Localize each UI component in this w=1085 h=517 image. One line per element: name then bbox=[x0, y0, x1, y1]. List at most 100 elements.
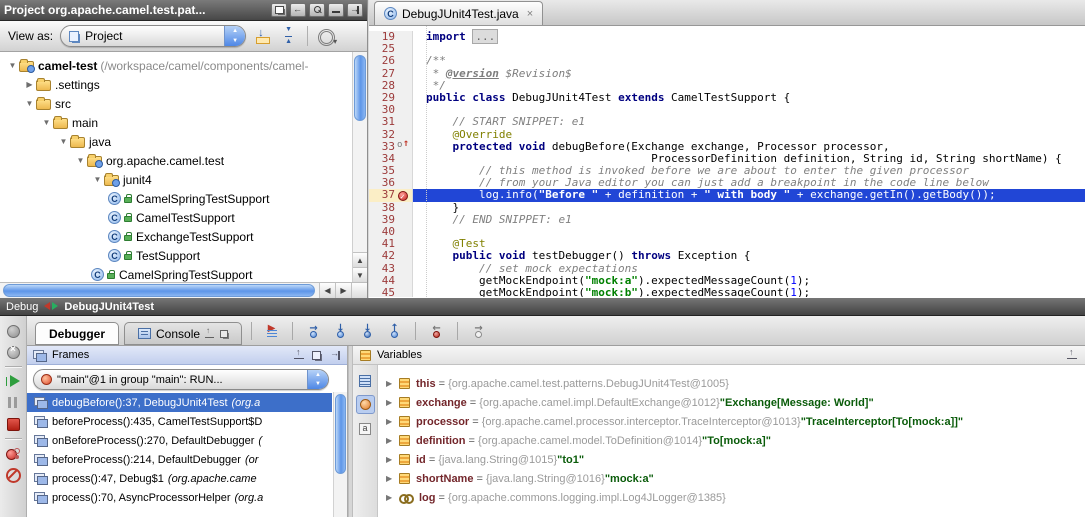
scroll-up-arrow[interactable]: ▲ bbox=[353, 252, 367, 267]
variable-row[interactable]: processor = {org.apache.camel.processor.… bbox=[378, 412, 1085, 431]
scroll-down-arrow[interactable]: ▼ bbox=[353, 267, 367, 282]
tab-close-icon[interactable]: × bbox=[527, 8, 533, 20]
tree-item[interactable]: java bbox=[0, 132, 367, 151]
tree-item[interactable]: junit4 bbox=[0, 170, 367, 189]
tree-item[interactable]: ExchangeTestSupport bbox=[0, 227, 367, 246]
tree-item[interactable]: camel-test (/workspace/camel/components/… bbox=[0, 56, 367, 75]
scroll-from-source-button[interactable] bbox=[253, 26, 273, 46]
step-over-button[interactable] bbox=[303, 322, 324, 340]
hide-frames-icon[interactable] bbox=[329, 350, 341, 361]
line-number-gutter[interactable]: 42 bbox=[369, 250, 413, 262]
tree-item[interactable]: TestSupport bbox=[0, 246, 367, 265]
code-line[interactable]: 19import ... bbox=[369, 31, 1085, 43]
variable-row[interactable]: log = {org.apache.commons.logging.impl.L… bbox=[378, 488, 1085, 507]
project-panel-titlebar[interactable]: Project org.apache.camel.test.pat... bbox=[0, 0, 367, 21]
variable-row[interactable]: this = {org.apache.camel.test.patterns.D… bbox=[378, 374, 1085, 393]
frames-vscrollbar[interactable] bbox=[333, 392, 347, 517]
line-number-gutter[interactable]: 43 bbox=[369, 263, 413, 275]
view-as-select[interactable]: Project bbox=[60, 25, 246, 47]
run-to-cursor-button[interactable] bbox=[468, 322, 489, 340]
text-view-button[interactable] bbox=[356, 419, 375, 438]
tree-item[interactable]: main bbox=[0, 113, 367, 132]
expand-arrow-icon[interactable] bbox=[386, 436, 399, 445]
expand-arrow-icon[interactable] bbox=[386, 493, 399, 502]
project-tree-hscrollbar[interactable]: ◀ ▶ bbox=[0, 282, 367, 298]
expand-arrow-icon[interactable] bbox=[386, 417, 399, 426]
code-line[interactable]: 25 bbox=[369, 43, 1085, 55]
frame-row[interactable]: process():70, AsyncProcessorHelper (org.… bbox=[27, 488, 332, 507]
hide-panel-icon[interactable] bbox=[347, 3, 363, 17]
variable-row[interactable]: definition = {org.apache.camel.model.ToD… bbox=[378, 431, 1085, 450]
tree-item[interactable]: CamelSpringTestSupport bbox=[0, 265, 367, 282]
scrollbar-thumb[interactable] bbox=[335, 394, 346, 474]
stop-button[interactable] bbox=[6, 417, 20, 430]
popup-frames-icon[interactable] bbox=[293, 350, 305, 361]
console-float-icon[interactable] bbox=[219, 329, 228, 338]
minimize-icon[interactable] bbox=[328, 3, 344, 17]
chevron-down-icon[interactable] bbox=[91, 175, 104, 184]
rerun-button[interactable] bbox=[6, 324, 20, 337]
tree-item[interactable]: CamelSpringTestSupport bbox=[0, 189, 367, 208]
expand-arrow-icon[interactable] bbox=[386, 474, 399, 483]
code-line[interactable]: 45 getMockEndpoint("mock:b").expectedMes… bbox=[369, 287, 1085, 297]
chevron-down-icon[interactable] bbox=[40, 118, 53, 127]
auto-variables-mode-button[interactable] bbox=[356, 395, 375, 414]
show-execution-point-button[interactable] bbox=[261, 322, 282, 340]
step-out-button[interactable] bbox=[384, 322, 405, 340]
frame-row[interactable]: process():47, Debug$1 (org.apache.came bbox=[27, 469, 332, 488]
line-number-gutter[interactable]: 37 bbox=[369, 189, 413, 201]
project-tree-viewport[interactable]: camel-test (/workspace/camel/components/… bbox=[0, 52, 367, 282]
scrollbar-thumb[interactable] bbox=[354, 55, 366, 121]
pin-icon[interactable] bbox=[309, 3, 325, 17]
collapse-all-button[interactable] bbox=[280, 26, 300, 46]
override-method-icon[interactable] bbox=[397, 141, 409, 152]
line-number-gutter[interactable]: 26 bbox=[369, 55, 413, 67]
scroll-right-arrow[interactable]: ▶ bbox=[335, 283, 351, 298]
drop-frame-button[interactable] bbox=[426, 322, 447, 340]
step-into-button[interactable] bbox=[330, 322, 351, 340]
code-area[interactable]: 19import ...2526/**27 * @version $Revisi… bbox=[369, 26, 1085, 297]
frame-row[interactable]: beforeProcess():435, CamelTestSupport$D bbox=[27, 412, 332, 431]
popup-variables-icon[interactable] bbox=[1066, 350, 1078, 361]
expand-arrow-icon[interactable] bbox=[386, 379, 399, 388]
tree-item[interactable]: org.apache.camel.test bbox=[0, 151, 367, 170]
kill-button[interactable] bbox=[6, 345, 20, 358]
line-number-gutter[interactable]: 45 bbox=[369, 287, 413, 297]
expand-arrow-icon[interactable] bbox=[386, 455, 399, 464]
chevron-right-icon[interactable] bbox=[23, 80, 36, 89]
chevron-down-icon[interactable] bbox=[57, 137, 70, 146]
scrollbar-thumb[interactable] bbox=[3, 284, 315, 297]
dock-window-icon[interactable] bbox=[290, 3, 306, 17]
code-line[interactable]: 29public class DebugJUnit4Test extends C… bbox=[369, 92, 1085, 104]
variable-row[interactable]: id = {java.lang.String@1015}"to1" bbox=[378, 450, 1085, 469]
gear-icon[interactable] bbox=[315, 26, 335, 46]
float-window-icon[interactable] bbox=[271, 3, 287, 17]
project-tree-vscrollbar[interactable]: ▲ ▼ bbox=[352, 52, 367, 282]
view-bp-button[interactable] bbox=[6, 447, 20, 460]
code-line[interactable]: 27 * @version $Revision$ bbox=[369, 68, 1085, 80]
select-stepper-icon[interactable] bbox=[224, 26, 245, 46]
expand-arrow-icon[interactable] bbox=[386, 398, 399, 407]
editor-tab[interactable]: DebugJUnit4Test.java × bbox=[374, 1, 543, 25]
variable-row[interactable]: exchange = {org.apache.camel.impl.Defaul… bbox=[378, 393, 1085, 412]
line-number-gutter[interactable]: 38 bbox=[369, 202, 413, 214]
frame-row[interactable]: debugBefore():37, DebugJUnit4Test (org.a bbox=[27, 393, 332, 412]
scroll-left-arrow[interactable]: ◀ bbox=[319, 283, 335, 298]
tree-item[interactable]: CamelTestSupport bbox=[0, 208, 367, 227]
mute-bp-button[interactable] bbox=[6, 468, 20, 481]
code-line[interactable]: 39 // END SNIPPET: e1 bbox=[369, 214, 1085, 226]
pause-button[interactable] bbox=[6, 396, 20, 409]
breakpoint-icon[interactable] bbox=[398, 191, 408, 201]
console-export-icon[interactable] bbox=[205, 329, 214, 338]
tree-item[interactable]: .settings bbox=[0, 75, 367, 94]
force-step-into-button[interactable] bbox=[357, 322, 378, 340]
variable-row[interactable]: shortName = {java.lang.String@1016}"mock… bbox=[378, 469, 1085, 488]
frame-row[interactable]: beforeProcess():214, DefaultDebugger (or bbox=[27, 450, 332, 469]
debug-titlebar[interactable]: Debug DebugJUnit4Test bbox=[0, 298, 1085, 316]
resume-button[interactable] bbox=[6, 375, 20, 388]
tab-debugger[interactable]: Debugger bbox=[35, 322, 119, 345]
evaluate-expression-button[interactable] bbox=[356, 371, 375, 390]
float-frames-icon[interactable] bbox=[311, 350, 323, 361]
chevron-down-icon[interactable] bbox=[6, 61, 19, 70]
select-stepper-icon[interactable] bbox=[307, 370, 328, 389]
